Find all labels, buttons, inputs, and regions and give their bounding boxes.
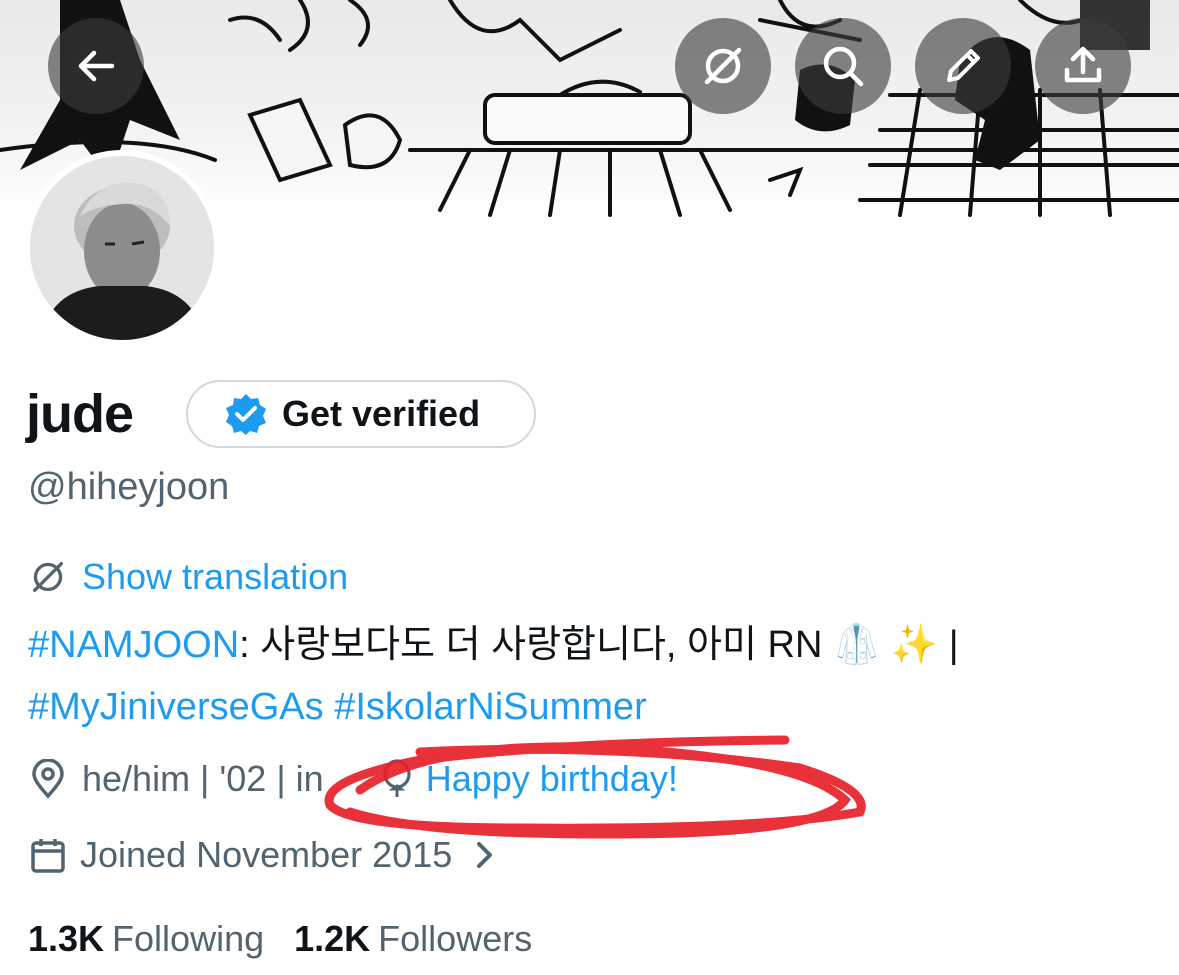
hashtag-link[interactable]: #NAMJOON [28,624,239,666]
get-verified-label: Get verified [282,393,481,434]
bio-text: : 사랑보다도 더 사랑합니다, 아미 RN [239,624,823,666]
balloon-icon [383,759,411,797]
bio-separator: | [938,624,959,666]
followers-stat[interactable]: 1.2K Followers [294,918,532,960]
search-button[interactable] [795,18,891,114]
chevron-right-icon [477,842,493,868]
profile-meta-row: he/him | '02 | in Happy birthday! [28,756,678,802]
profile-bio: #NAMJOON: 사랑보다도 더 사랑합니다, 아미 RN 🥼 ✨ | #My… [28,614,1158,738]
bio-emojis: 🥼 ✨ [832,624,939,666]
back-button[interactable] [48,18,144,114]
share-icon [1064,46,1102,83]
share-button[interactable] [1035,18,1131,114]
following-stat[interactable]: 1.3K Following [28,918,264,960]
edit-button[interactable] [915,18,1011,114]
show-translation-label: Show translation [82,556,349,597]
location-pin-icon [32,759,64,799]
hashtag-link[interactable]: #MyJiniverseGAs [28,686,324,728]
get-verified-button[interactable]: Get verified [186,380,536,448]
translate-button[interactable] [675,18,771,114]
follow-stats: 1.3K Following 1.2K Followers [28,918,532,960]
following-label: Following [112,918,265,959]
translate-icon [33,562,63,592]
profile-avatar[interactable] [24,150,220,346]
pencil-icon [947,49,980,82]
joined-row[interactable]: Joined November 2015 [28,832,500,878]
search-icon [823,46,864,87]
birthday-text[interactable]: Happy birthday! [426,758,678,800]
user-handle: @hiheyjoon [28,466,230,508]
translate-icon [704,47,742,85]
joined-date: Joined November 2015 [80,834,453,875]
back-arrow-icon [78,50,115,82]
calendar-icon [31,839,65,873]
show-translation-link[interactable]: Show translation [28,554,348,600]
avatar-photo [30,156,214,340]
display-name: jude [26,384,134,444]
location-text: he/him | '02 | in [82,758,324,799]
followers-count: 1.2K [294,918,371,959]
hashtag-link[interactable]: #IskolarNiSummer [334,686,647,728]
verified-badge-icon [226,394,266,435]
following-count: 1.3K [28,918,105,959]
followers-label: Followers [378,918,533,959]
